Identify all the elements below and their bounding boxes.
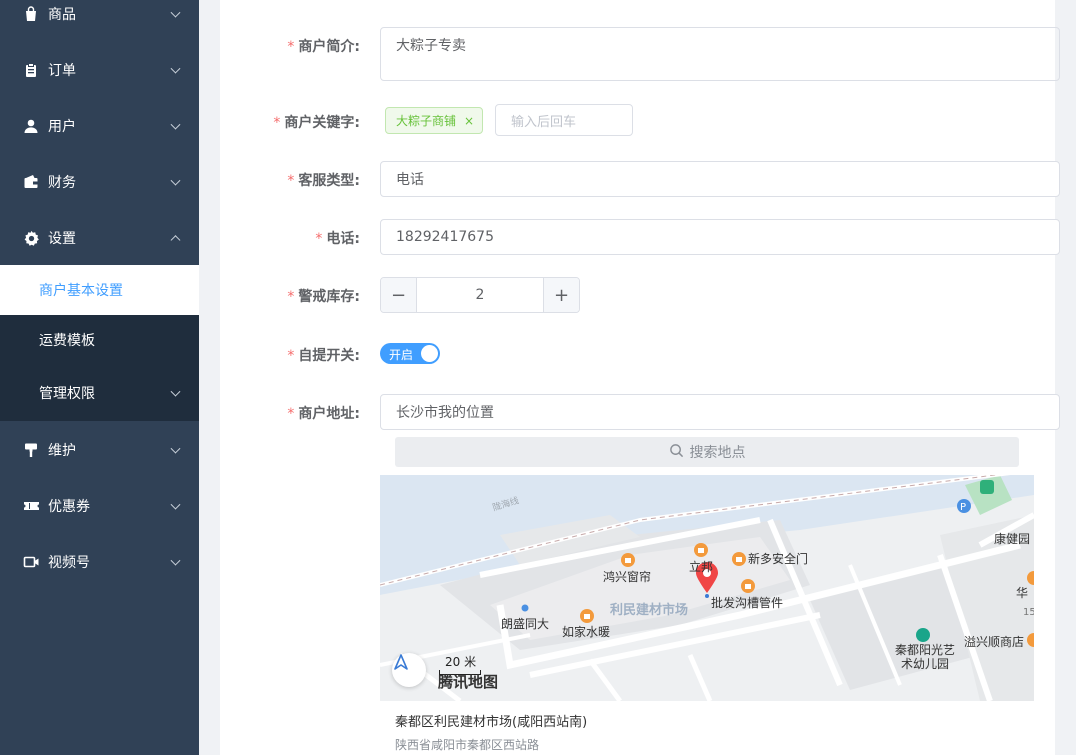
service-type-label: * 客服类型: bbox=[287, 170, 360, 190]
close-icon[interactable]: × bbox=[464, 114, 474, 128]
phone-input[interactable]: 18292417675 bbox=[380, 219, 1060, 255]
menu-item-video[interactable]: 视频号 bbox=[0, 534, 199, 590]
required-mark: * bbox=[287, 406, 295, 422]
chevron-down-icon bbox=[170, 499, 181, 510]
page-background-edge bbox=[1055, 0, 1076, 755]
menu-item-label: 用户 bbox=[48, 119, 76, 135]
keyword-input[interactable]: 输入后回车 bbox=[495, 104, 633, 136]
keyword-tag: 大粽子商铺 × bbox=[385, 107, 484, 134]
label-text: 商户地址: bbox=[298, 406, 360, 422]
map-result-title[interactable]: 秦都区利民建材市场(咸阳西站南) bbox=[395, 711, 587, 730]
map-view[interactable]: P 陇海线 利民建材市场 鸿兴窗帘 立邦 新多安全门 批发沟槽管件 朗盛同大 如… bbox=[380, 475, 1034, 701]
search-icon bbox=[669, 443, 684, 462]
sidebar-item-shipping-template[interactable]: 运费模板 bbox=[0, 315, 199, 365]
map-poi-label: 康健园 bbox=[994, 532, 1031, 546]
chevron-down-icon bbox=[170, 7, 181, 18]
toggle-text: 开启 bbox=[389, 348, 414, 362]
pickup-toggle[interactable]: 开启 bbox=[380, 343, 440, 364]
increment-button[interactable]: + bbox=[543, 278, 579, 312]
label-text: 商户简介: bbox=[298, 39, 360, 55]
user-icon bbox=[22, 117, 40, 135]
chevron-down-icon bbox=[170, 175, 181, 186]
address-label: * 商户地址: bbox=[287, 403, 360, 423]
menu-item-maintenance[interactable]: 维护 bbox=[0, 422, 199, 478]
menu-item-goods[interactable]: 商品 bbox=[0, 0, 199, 42]
sidebar-item-merchant-settings[interactable]: 商户基本设置 bbox=[0, 265, 199, 315]
chevron-down-icon bbox=[170, 119, 181, 130]
service-type-input[interactable]: 电话 bbox=[380, 161, 1060, 197]
toggle-knob bbox=[421, 345, 438, 362]
menu-item-label: 视频号 bbox=[48, 555, 90, 571]
menu-item-settings[interactable]: 设置 bbox=[0, 210, 199, 266]
shopping-bag-icon bbox=[22, 5, 40, 23]
menu-item-users[interactable]: 用户 bbox=[0, 98, 199, 154]
menu-item-label: 设置 bbox=[48, 231, 76, 247]
clipboard-icon bbox=[22, 61, 40, 79]
map-search-bar[interactable]: 搜索地点 bbox=[395, 437, 1019, 467]
menu-item-label: 财务 bbox=[48, 175, 76, 191]
intro-label: * 商户简介: bbox=[287, 36, 360, 56]
map-poi-label: 批发沟槽管件 bbox=[711, 596, 784, 610]
menu-item-label: 商品 bbox=[48, 7, 76, 23]
sidebar-item-permissions[interactable]: 管理权限 bbox=[0, 365, 199, 421]
map-poi-label: 立邦 bbox=[689, 560, 714, 574]
label-text: 电话: bbox=[326, 231, 360, 247]
chevron-down-icon bbox=[170, 443, 181, 454]
chevron-down-icon bbox=[170, 386, 181, 397]
map-search-placeholder: 搜索地点 bbox=[689, 445, 746, 461]
video-icon bbox=[22, 553, 40, 571]
svg-text:P: P bbox=[960, 502, 966, 513]
required-mark: * bbox=[315, 231, 323, 247]
decrement-button[interactable]: − bbox=[381, 278, 417, 312]
required-mark: * bbox=[273, 115, 281, 131]
map-result-address: 陕西省咸阳市秦都区西站路 bbox=[395, 738, 540, 752]
keyword-tag-text: 大粽子商铺 bbox=[396, 114, 457, 128]
map-poi-label: 鸿兴窗帘 bbox=[603, 570, 652, 584]
map-poi-label: 15 bbox=[1023, 607, 1034, 618]
menu-item-label: 维护 bbox=[48, 443, 76, 459]
area-label: 利民建材市场 bbox=[610, 603, 689, 618]
map-poi-label: 溢兴顺商店 bbox=[964, 635, 1025, 649]
label-text: 客服类型: bbox=[298, 173, 360, 189]
pickup-label: * 自提开关: bbox=[287, 345, 360, 365]
paint-roller-icon bbox=[22, 441, 40, 459]
menu-item-label: 优惠券 bbox=[48, 499, 90, 515]
stock-alert-label: * 警戒库存: bbox=[287, 286, 360, 306]
phone-label: * 电话: bbox=[315, 228, 360, 248]
compass-icon[interactable] bbox=[392, 653, 426, 687]
map-poi-label: 如家水暖 bbox=[562, 625, 611, 639]
required-mark: * bbox=[287, 348, 295, 364]
map-brand-logo: 腾讯地图 bbox=[438, 673, 499, 691]
map-poi-label: 秦都阳光艺术幼儿园 bbox=[894, 643, 955, 671]
chevron-down-icon bbox=[170, 63, 181, 74]
required-mark: * bbox=[287, 173, 295, 189]
chevron-down-icon bbox=[170, 555, 181, 566]
menu-item-orders[interactable]: 订单 bbox=[0, 42, 199, 98]
map-scale-text: 20 米 bbox=[445, 655, 477, 669]
map-poi-label: 华 bbox=[1016, 586, 1029, 600]
menu-item-label: 订单 bbox=[48, 63, 76, 79]
map-poi-label: 朗盛同大 bbox=[501, 617, 550, 631]
keywords-label: * 商户关键字: bbox=[273, 112, 360, 132]
intro-textarea[interactable]: 大粽子专卖 bbox=[380, 27, 1060, 81]
menu-item-finance[interactable]: 财务 bbox=[0, 154, 199, 210]
chevron-up-icon bbox=[170, 235, 181, 246]
label-text: 警戒库存: bbox=[298, 289, 360, 305]
map-poi-label: 新多安全门 bbox=[748, 552, 809, 566]
required-mark: * bbox=[287, 39, 295, 55]
address-input[interactable]: 长沙市我的位置 bbox=[380, 394, 1060, 430]
required-mark: * bbox=[287, 289, 295, 305]
sidebar: 商品 订单 用户 财务 设置 商户基本设置 运费模板 管理权限 维护 优惠券 视… bbox=[0, 0, 199, 755]
label-text: 自提开关: bbox=[298, 348, 360, 364]
wallet-icon bbox=[22, 173, 40, 191]
stock-alert-value[interactable]: 2 bbox=[417, 278, 543, 312]
sub-item-label: 管理权限 bbox=[39, 386, 95, 402]
ticket-icon bbox=[22, 497, 40, 515]
gear-icon bbox=[22, 229, 40, 247]
menu-item-coupons[interactable]: 优惠券 bbox=[0, 478, 199, 534]
stock-alert-stepper: − 2 + bbox=[380, 277, 580, 313]
sub-item-label: 运费模板 bbox=[39, 333, 95, 349]
label-text: 商户关键字: bbox=[284, 115, 360, 131]
sub-item-label: 商户基本设置 bbox=[39, 283, 123, 299]
